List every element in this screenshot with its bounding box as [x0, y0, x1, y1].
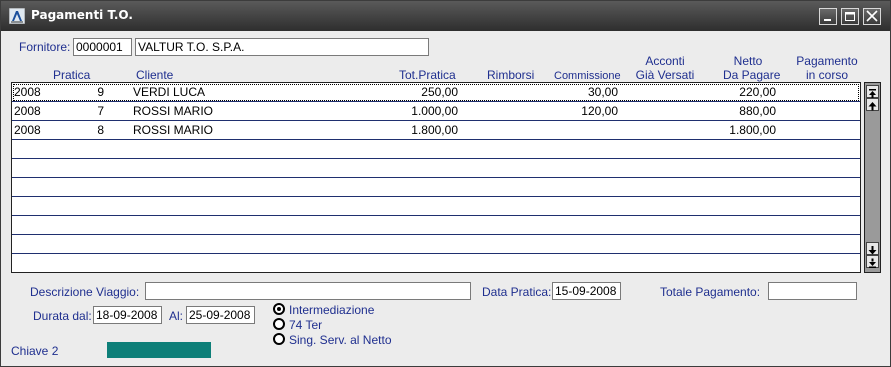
cell-pratica: 8: [97, 123, 104, 137]
table-row-empty[interactable]: [12, 178, 860, 197]
radio-selected-icon: [273, 303, 285, 315]
cell-pratica: 9: [97, 85, 104, 99]
cell-tot-pratica: 250,00: [421, 85, 458, 99]
col-pagamento-line1: Pagamento: [796, 54, 858, 68]
payments-table[interactable]: 2008 9 VERDI LUCA 250,00 30,00 220,00 20…: [11, 82, 861, 273]
table-row-empty[interactable]: [12, 197, 860, 216]
scroll-up-button[interactable]: [866, 98, 879, 111]
durata-al-label: Al:: [169, 309, 184, 323]
title-bar[interactable]: Pagamenti T.O.: [1, 1, 890, 31]
radio-intermediazione[interactable]: Intermediazione: [273, 303, 374, 317]
cell-commissione: 120,00: [581, 104, 618, 118]
col-commissione: Commissione: [554, 70, 621, 82]
radio-label: Sing. Serv. al Netto: [289, 333, 392, 347]
cell-cliente: VERDI LUCA: [133, 85, 206, 99]
col-tot-pratica: Tot.Pratica: [399, 68, 456, 82]
chiave-indicator: [107, 342, 211, 358]
col-pagamento-line2: in corso: [805, 68, 849, 82]
supplier-code-field[interactable]: 0000001: [73, 38, 132, 56]
window-title: Pagamenti T.O.: [31, 8, 133, 22]
minimize-button[interactable]: [819, 8, 837, 25]
supplier-label: Fornitore:: [19, 40, 71, 54]
durata-al-field[interactable]: 25-09-2008: [186, 306, 255, 324]
col-cliente: Cliente: [136, 68, 174, 82]
maximize-icon: [845, 12, 855, 21]
table-row[interactable]: 2008 8 ROSSI MARIO 1.800,00 1.800,00: [12, 121, 860, 140]
radio-label: Intermediazione: [289, 303, 375, 317]
totale-pagamento-label: Totale Pagamento:: [660, 285, 761, 299]
table-scrollbar[interactable]: [864, 82, 881, 273]
cell-tot-pratica: 1.800,00: [411, 123, 458, 137]
col-rimborsi: Rimborsi: [487, 68, 535, 82]
table-row[interactable]: 2008 7 ROSSI MARIO 1.000,00 120,00 880,0…: [12, 102, 860, 121]
payments-window: Pagamenti T.O. Fornitore: 0000001 VALTUR…: [0, 0, 891, 367]
table-row[interactable]: 2008 9 VERDI LUCA 250,00 30,00 220,00: [12, 83, 860, 102]
table-row-empty[interactable]: [12, 216, 860, 235]
totale-pagamento-field[interactable]: [768, 282, 857, 300]
col-netto-line2: Da Pagare: [723, 68, 781, 82]
cell-commissione: 30,00: [587, 85, 618, 99]
table-row-empty[interactable]: [12, 235, 860, 254]
cell-cliente: ROSSI MARIO: [133, 104, 214, 118]
close-button[interactable]: [863, 8, 881, 25]
table-row-empty[interactable]: [12, 159, 860, 178]
col-acconti: Acconti Già Versati: [631, 54, 699, 82]
maximize-button[interactable]: [841, 8, 859, 25]
radio-sing-serv-netto[interactable]: Sing. Serv. al Netto: [273, 333, 392, 347]
descrizione-field[interactable]: [145, 282, 471, 300]
cell-netto: 220,00: [739, 85, 776, 99]
table-row-empty[interactable]: [12, 140, 860, 159]
scroll-up-icon: [868, 102, 877, 111]
supplier-name-field[interactable]: VALTUR T.O. S.P.A.: [135, 38, 429, 56]
cell-netto: 1.800,00: [729, 123, 776, 137]
scroll-bottom-button[interactable]: [866, 255, 879, 268]
durata-dal-label: Durata dal:: [33, 309, 92, 323]
scroll-down-button[interactable]: [866, 242, 879, 255]
col-netto: Netto Da Pagare: [723, 54, 781, 82]
cell-anno: 2008: [14, 123, 41, 137]
scroll-bottom-icon: [869, 258, 876, 268]
col-pagamento: Pagamento in corso: [791, 54, 863, 82]
table-row-empty[interactable]: [12, 254, 860, 272]
radio-unselected-icon: [273, 318, 285, 330]
col-netto-line1: Netto: [733, 54, 763, 68]
radio-74-ter[interactable]: 74 Ter: [273, 318, 322, 332]
cell-netto: 880,00: [739, 104, 776, 118]
cell-cliente: ROSSI MARIO: [133, 123, 214, 137]
cell-tot-pratica: 1.000,00: [411, 104, 458, 118]
data-pratica-label: Data Pratica:: [482, 285, 552, 299]
data-pratica-field[interactable]: 15-09-2008: [552, 282, 621, 300]
minimize-icon: [824, 19, 831, 21]
radio-unselected-icon: [273, 333, 285, 345]
descrizione-label: Descrizione Viaggio:: [30, 285, 140, 299]
col-pratica: Pratica: [53, 68, 91, 82]
scroll-top-button[interactable]: [866, 85, 879, 98]
cell-anno: 2008: [14, 85, 41, 99]
close-icon: [866, 10, 878, 22]
cell-anno: 2008: [14, 104, 41, 118]
durata-dal-field[interactable]: 18-09-2008: [93, 306, 162, 324]
chiave-label: Chiave 2: [11, 344, 59, 358]
app-icon: [8, 7, 26, 25]
radio-label: 74 Ter: [289, 318, 323, 332]
col-acconti-line1: Acconti: [645, 54, 685, 68]
cell-pratica: 7: [97, 104, 104, 118]
col-acconti-line2: Già Versati: [635, 68, 695, 82]
